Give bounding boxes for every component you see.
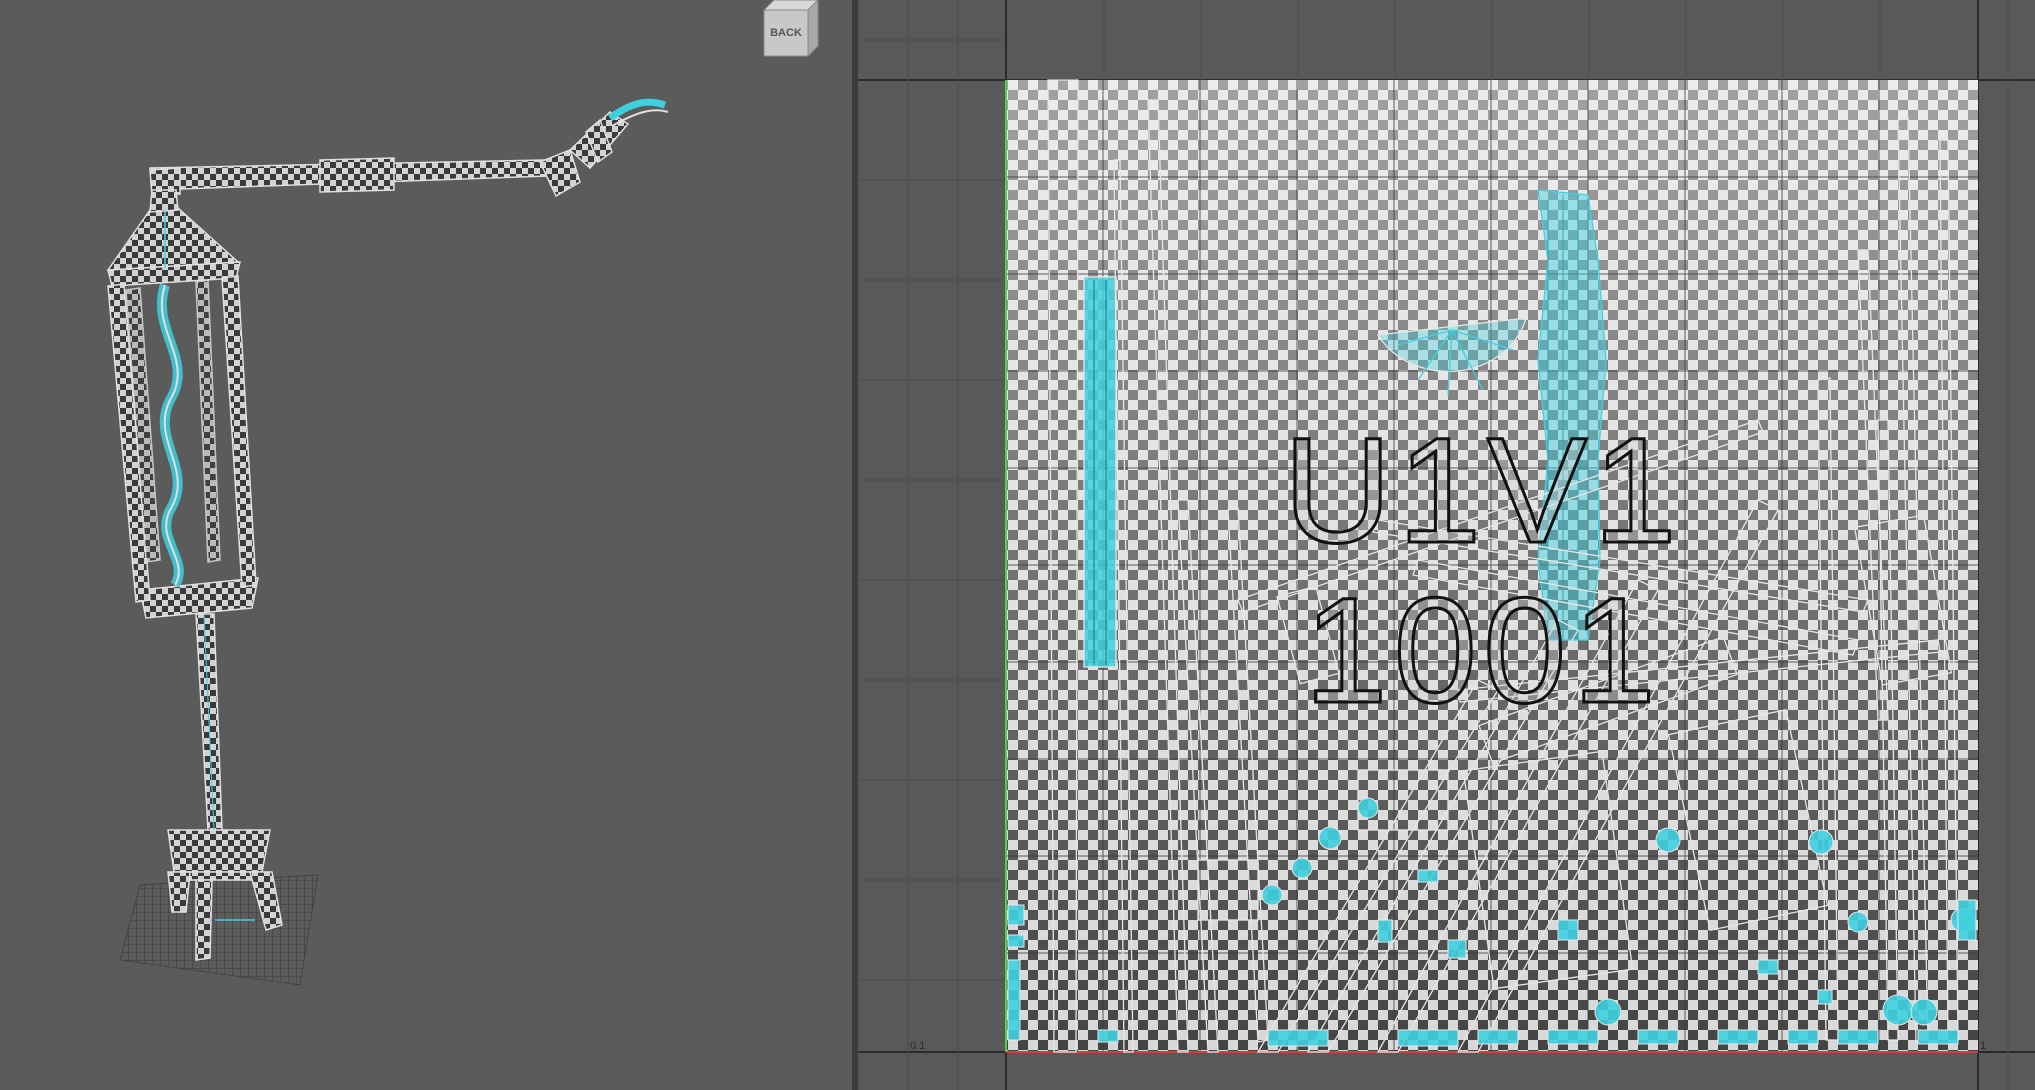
axis-tick-right: 1	[1980, 1040, 1987, 1052]
cage-housing[interactable]	[106, 207, 259, 619]
perspective-viewport[interactable]: BACK	[0, 0, 852, 1090]
uv-shell-selected-strip	[1083, 276, 1117, 668]
uv-editor[interactable]: U1V1 1001 0.1 1	[858, 0, 2035, 1090]
ground-grid	[119, 874, 319, 986]
axis-tick-left: 0.1	[910, 1040, 926, 1052]
lamp-model-wireframe[interactable]	[0, 0, 852, 1090]
lamp-head[interactable]	[568, 98, 669, 170]
viewcube-icon[interactable]: BACK	[760, 0, 822, 58]
pole[interactable]	[195, 613, 223, 831]
viewcube-face-label: BACK	[770, 27, 802, 39]
horizontal-arm[interactable]	[149, 149, 581, 213]
